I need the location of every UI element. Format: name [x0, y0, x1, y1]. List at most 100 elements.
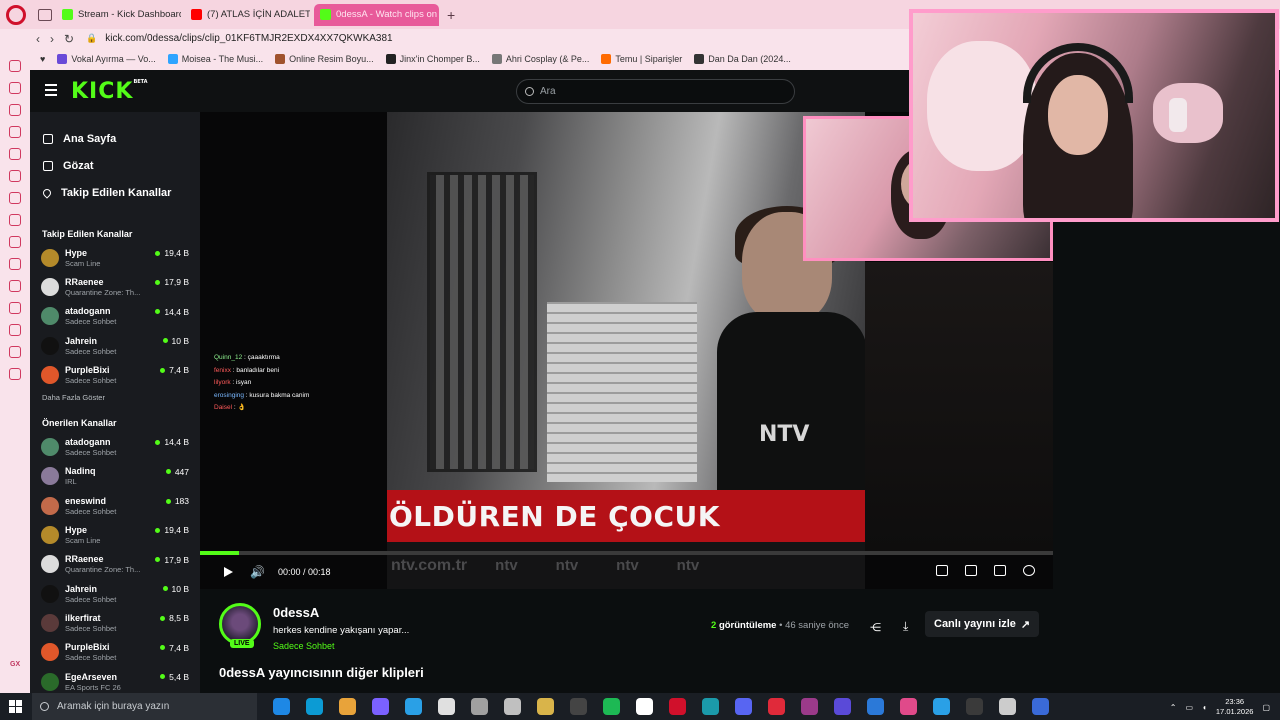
kick-logo[interactable]: KICKBETA [71, 79, 148, 104]
taskbar-app-icon[interactable] [768, 698, 785, 715]
browser-tab[interactable]: Stream - Kick Dashboard [56, 4, 181, 26]
taskbar-app-icon[interactable] [702, 698, 719, 715]
taskbar-app-icon[interactable] [999, 698, 1016, 715]
url-field[interactable]: kick.com/0dessa/clips/clip_01KF6TMJR2EXD… [105, 33, 392, 44]
search-input[interactable] [540, 86, 770, 97]
bookmark-item[interactable]: Online Resim Boyu... [275, 54, 374, 64]
bookmark-item[interactable]: Ahri Cosplay (& Pe... [491, 54, 590, 64]
channel-item[interactable]: atadogann Sadece Sohbet 14,4 B [30, 302, 200, 331]
browser-tab[interactable]: (7) ATLAS İÇİN ADALET [185, 4, 310, 26]
network-icon[interactable]: ▭ [1185, 703, 1193, 712]
taskbar-app-icon[interactable] [372, 698, 389, 715]
taskbar-app-icon[interactable] [900, 698, 917, 715]
tray-chevron-icon[interactable]: ⌃ [1170, 703, 1177, 712]
new-tab-button[interactable]: + [447, 7, 455, 23]
channel-item[interactable]: eneswind Sadece Sohbet 183 [30, 491, 200, 520]
bookmark-item[interactable]: Vokal Ayırma — Vo... [57, 54, 156, 64]
play-icon[interactable] [224, 567, 233, 577]
taskbar-app-icon[interactable] [471, 698, 488, 715]
bookmark-item[interactable]: Temu | Siparişler [601, 54, 682, 64]
taskbar-app-icon[interactable] [504, 698, 521, 715]
sidebar-spotify-icon[interactable] [9, 258, 21, 270]
taskbar-app-icon[interactable] [603, 698, 620, 715]
settings-icon[interactable] [1023, 565, 1035, 576]
channel-item[interactable]: Nadinq IRL 447 [30, 462, 200, 491]
show-more-link[interactable]: Daha Fazla Göster [30, 393, 200, 402]
lock-icon[interactable]: 🔒 [86, 33, 97, 44]
bookmark-label: Ahri Cosplay (& Pe... [505, 54, 590, 64]
channel-item[interactable]: PurpleBixi Sadece Sohbet 7,4 B [30, 360, 200, 389]
opera-logo-icon[interactable] [6, 4, 26, 25]
taskbar-app-icon[interactable] [834, 698, 851, 715]
forward-icon[interactable]: › [50, 32, 54, 46]
taskbar-app-icon[interactable] [801, 698, 818, 715]
channel-item[interactable]: RRaenee Quarantine Zone: Th... 17,9 B [30, 550, 200, 579]
taskbar-app-icon[interactable] [438, 698, 455, 715]
fullscreen-icon[interactable] [994, 565, 1006, 576]
sidebar-tiktok-icon[interactable] [9, 236, 21, 248]
taskbar-app-icon[interactable] [537, 698, 554, 715]
pip-icon[interactable] [936, 565, 948, 576]
nav-item[interactable]: Ana Sayfa [30, 125, 200, 152]
channel-item[interactable]: ilkerfirat Sadece Sohbet 8,5 B [30, 608, 200, 637]
taskbar-search[interactable]: Aramak için buraya yazın [32, 693, 257, 720]
taskbar-app-icon[interactable] [933, 698, 950, 715]
sidebar-box-icon[interactable] [9, 346, 21, 358]
volume-icon[interactable]: 🔊 [250, 565, 265, 579]
taskbar-app-icon[interactable] [405, 698, 422, 715]
channel-item[interactable]: atadogann Sadece Sohbet 14,4 B [30, 432, 200, 461]
viewer-count: 10 B [162, 336, 189, 346]
sidebar-heart-icon[interactable] [9, 302, 21, 314]
channel-category[interactable]: Sadece Sohbet [273, 641, 335, 651]
clock[interactable]: 23:36 17.01.2026 [1216, 697, 1254, 717]
channel-item[interactable]: Hype Scam Line 19,4 B [30, 520, 200, 549]
back-icon[interactable]: ‹ [36, 32, 40, 46]
tab-island-icon[interactable] [38, 8, 52, 21]
sidebar-m-icon[interactable] [9, 126, 21, 138]
taskbar-app-icon[interactable] [570, 698, 587, 715]
volume-tray-icon[interactable]: ◖ [1202, 703, 1207, 712]
taskbar-app-icon[interactable] [966, 698, 983, 715]
bookmark-item[interactable]: Moisea - The Musi... [167, 54, 263, 64]
sidebar-bag-icon[interactable] [9, 82, 21, 94]
browser-tab[interactable]: 0dessA - Watch clips on K [314, 3, 439, 26]
sidebar-x-icon[interactable] [9, 214, 21, 226]
taskbar-app-icon[interactable] [339, 698, 356, 715]
reload-icon[interactable]: ↻ [64, 32, 74, 46]
channel-item[interactable]: Jahrein Sadece Sohbet 10 B [30, 331, 200, 360]
channel-item[interactable]: Jahrein Sadece Sohbet 10 B [30, 579, 200, 608]
bookmark-item[interactable]: Dan Da Dan (2024... [694, 54, 791, 64]
sidebar-twitch-icon[interactable] [9, 170, 21, 182]
sidebar-pin-icon[interactable] [9, 104, 21, 116]
bookmark-item[interactable]: Jinx'in Chomper B... [385, 54, 480, 64]
overlay-chat: Quinn_12 : çaaaktırma fenixx : banladılar… [214, 352, 309, 415]
menu-icon[interactable] [45, 84, 57, 96]
share-icon[interactable]: ⋲ [870, 621, 881, 634]
nav-item[interactable]: Takip Edilen Kanallar [30, 179, 200, 206]
notifications-icon[interactable]: ▢ [1262, 703, 1270, 712]
nav-item[interactable]: Gözat [30, 152, 200, 179]
channel-item[interactable]: PurpleBixi Sadece Sohbet 7,4 B [30, 638, 200, 667]
taskbar-app-icon[interactable] [306, 698, 323, 715]
sidebar-history-icon[interactable] [9, 60, 21, 72]
download-icon[interactable]: ⤓ [903, 619, 908, 634]
sidebar-clock-icon[interactable] [9, 324, 21, 336]
search-box[interactable] [516, 79, 795, 104]
channel-item[interactable]: EgeArseven EA Sports FC 26 5,4 B [30, 667, 200, 696]
watch-live-button[interactable]: Canlı yayını izle ↗ [925, 611, 1040, 637]
taskbar-app-icon[interactable] [735, 698, 752, 715]
sidebar-wallet-icon[interactable] [9, 280, 21, 292]
taskbar-app-icon[interactable] [1032, 698, 1049, 715]
taskbar-app-icon[interactable] [867, 698, 884, 715]
channel-name[interactable]: 0dessA [273, 605, 319, 620]
taskbar-app-icon[interactable] [636, 698, 653, 715]
theater-icon[interactable] [965, 565, 977, 576]
channel-item[interactable]: RRaenee Quarantine Zone: Th... 17,9 B [30, 272, 200, 301]
channel-item[interactable]: Hype Scam Line 19,4 B [30, 243, 200, 272]
taskbar-app-icon[interactable] [273, 698, 290, 715]
windows-start-icon[interactable] [9, 700, 22, 713]
sidebar-gx-icon[interactable] [9, 148, 21, 160]
taskbar-app-icon[interactable] [669, 698, 686, 715]
sidebar-settings-icon[interactable] [9, 368, 21, 380]
sidebar-whatsapp-icon[interactable] [9, 192, 21, 204]
